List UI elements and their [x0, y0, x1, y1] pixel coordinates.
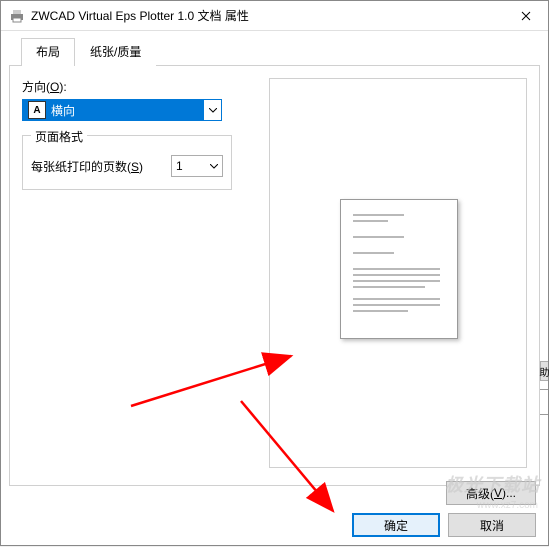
- tab-panel-layout: 方向(O): A 横向 页面格式 每张纸打印的页数(S) 1: [9, 66, 540, 486]
- page-preview: [340, 199, 458, 339]
- ok-button[interactable]: 确定: [352, 513, 440, 537]
- close-button[interactable]: [506, 2, 546, 30]
- page-format-legend: 页面格式: [31, 128, 87, 145]
- close-icon: [521, 11, 531, 21]
- printer-icon: [9, 8, 25, 24]
- footer-buttons: 确定 取消: [352, 513, 536, 537]
- dialog-window: ZWCAD Virtual Eps Plotter 1.0 文档 属性 布局 纸…: [0, 0, 549, 546]
- orientation-select[interactable]: A 横向: [22, 99, 222, 121]
- orientation-label: 方向(O):: [22, 78, 252, 95]
- watermark-brand: 极光下载站: [445, 471, 540, 497]
- chevron-down-icon: [203, 100, 221, 120]
- watermark-url: www.xz7.com: [477, 500, 538, 511]
- background-line: [540, 389, 548, 390]
- preview-area: [269, 78, 527, 468]
- orientation-value: 横向: [51, 102, 203, 119]
- titlebar: ZWCAD Virtual Eps Plotter 1.0 文档 属性: [1, 1, 548, 31]
- tab-layout[interactable]: 布局: [21, 38, 75, 66]
- orientation-a-icon: A: [28, 101, 46, 119]
- tab-paper-quality[interactable]: 纸张/质量: [75, 38, 156, 66]
- left-column: 方向(O): A 横向 页面格式 每张纸打印的页数(S) 1: [22, 78, 252, 190]
- chevron-down-icon: [210, 164, 218, 169]
- background-line: [540, 414, 548, 415]
- window-title: ZWCAD Virtual Eps Plotter 1.0 文档 属性: [31, 7, 506, 24]
- tab-strip: 布局 纸张/质量: [9, 31, 540, 66]
- pages-per-sheet-select[interactable]: 1: [171, 155, 223, 177]
- pages-per-sheet-value: 1: [176, 159, 183, 173]
- cancel-button[interactable]: 取消: [448, 513, 536, 537]
- page-format-fieldset: 页面格式 每张纸打印的页数(S) 1: [22, 135, 232, 190]
- pages-per-sheet-label: 每张纸打印的页数(S): [31, 158, 171, 175]
- background-button-fragment: 助: [540, 361, 548, 381]
